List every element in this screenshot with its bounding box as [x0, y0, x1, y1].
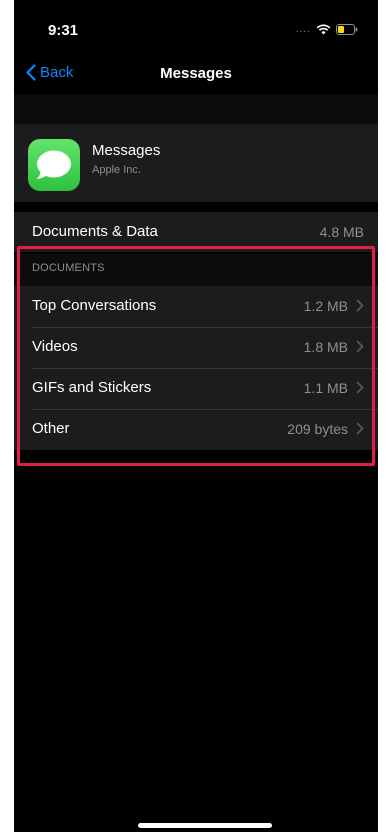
navigation-bar: Back Messages: [14, 56, 378, 94]
list-item-label: Other: [32, 420, 70, 437]
documents-list: Top Conversations 1.2 MB Videos 1.8 MB G…: [14, 286, 378, 450]
list-item-label: Top Conversations: [32, 297, 157, 314]
phone-screen: 9:31 .... Back Messages Messages Apple I…: [14, 0, 378, 832]
list-item-size: 209 bytes: [287, 421, 348, 437]
list-item-gifs-and-stickers[interactable]: GIFs and Stickers 1.1 MB: [14, 368, 378, 409]
list-item-size: 1.8 MB: [303, 339, 348, 355]
messages-app-icon: [28, 139, 80, 191]
chevron-right-icon: [356, 340, 364, 353]
signal-icon: ....: [295, 23, 311, 35]
documents-section-header: DOCUMENTS: [14, 254, 378, 286]
list-item-top-conversations[interactable]: Top Conversations 1.2 MB: [14, 286, 378, 327]
content-background: [14, 94, 378, 832]
page-title: Messages: [160, 65, 232, 82]
documents-and-data-row: Documents & Data 4.8 MB: [14, 212, 378, 252]
documents-and-data-value: 4.8 MB: [319, 224, 364, 240]
list-item-videos[interactable]: Videos 1.8 MB: [14, 327, 378, 368]
app-vendor: Apple Inc.: [92, 164, 141, 176]
list-item-size: 1.1 MB: [303, 380, 348, 396]
list-item-label: GIFs and Stickers: [32, 379, 152, 396]
app-info-header: Messages Apple Inc.: [14, 124, 378, 202]
chevron-right-icon: [356, 381, 364, 394]
app-name: Messages: [92, 142, 161, 159]
wifi-icon: [316, 24, 331, 35]
section-spacer: [14, 94, 378, 124]
status-bar: 9:31 ....: [14, 0, 378, 56]
section-header-label: DOCUMENTS: [32, 262, 105, 274]
list-item-other[interactable]: Other 209 bytes: [14, 409, 378, 450]
battery-icon: [336, 24, 358, 35]
home-indicator[interactable]: [138, 823, 272, 828]
list-item-label: Videos: [32, 338, 78, 355]
list-item-size: 1.2 MB: [303, 298, 348, 314]
chevron-right-icon: [356, 422, 364, 435]
status-icons: ....: [296, 24, 358, 35]
chevron-right-icon: [356, 299, 364, 312]
status-time: 9:31: [48, 22, 79, 39]
